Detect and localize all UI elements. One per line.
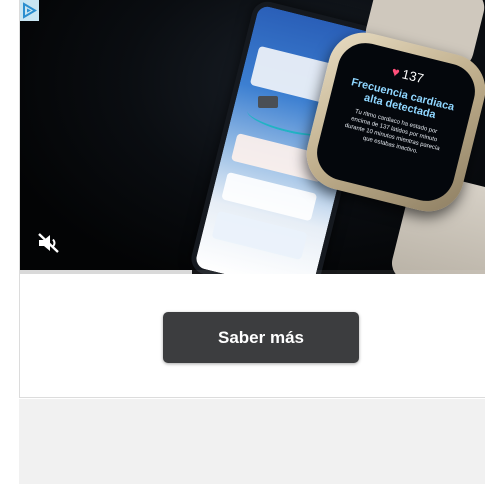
watch-screen: ♥137 Frecuencia cardiaca alta detectada … <box>311 37 481 207</box>
phone-ui-card <box>221 171 318 222</box>
speaker-muted-icon[interactable] <box>36 232 62 254</box>
adchoices-icon[interactable] <box>20 0 39 21</box>
ad-card: ♥137 Frecuencia cardiaca alta detectada … <box>19 0 485 398</box>
video-player[interactable]: ♥137 Frecuencia cardiaca alta detectada … <box>20 0 485 274</box>
video-progress-bar[interactable] <box>20 270 485 274</box>
page: ♥137 Frecuencia cardiaca alta detectada … <box>0 0 485 484</box>
page-footer-area <box>19 399 485 484</box>
video-progress-fill <box>20 270 193 274</box>
heart-icon: ♥ <box>390 63 402 81</box>
watch-heart-rate-value: 137 <box>400 66 426 87</box>
learn-more-button[interactable]: Saber más <box>163 312 359 363</box>
background-gadget <box>258 96 278 108</box>
phone-ui-card <box>211 210 308 261</box>
